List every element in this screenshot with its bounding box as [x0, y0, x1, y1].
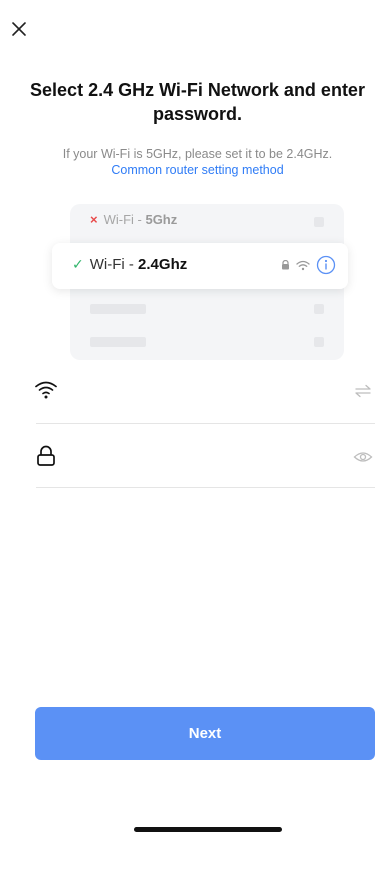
lock-icon [282, 260, 289, 270]
password-input[interactable] [72, 440, 335, 474]
bad-network-prefix: Wi-Fi - [103, 212, 146, 227]
good-network-band: 2.4Ghz [138, 256, 188, 273]
password-field-row [0, 426, 375, 488]
close-button[interactable] [8, 18, 30, 40]
close-icon [12, 22, 26, 36]
info-icon[interactable] [316, 255, 336, 275]
home-indicator [134, 827, 282, 832]
cross-icon: × [90, 212, 98, 227]
wifi-field-row [0, 360, 375, 422]
eye-icon[interactable] [353, 447, 373, 467]
placeholder-bar [90, 304, 146, 314]
divider [36, 487, 375, 488]
router-setting-link[interactable]: Common router setting method [20, 162, 375, 178]
good-network-row: ✓ Wi-Fi - 2.4Ghz [72, 256, 187, 273]
bad-network-band: 5Ghz [145, 212, 178, 227]
wifi-icon [35, 381, 57, 399]
wifi-name-input[interactable] [72, 374, 335, 408]
placeholder-square [314, 304, 324, 314]
switch-network-icon[interactable] [353, 381, 373, 401]
bad-network-row: × Wi-Fi - 5Ghz [90, 212, 177, 227]
placeholder-square [314, 337, 324, 347]
check-icon: ✓ [72, 256, 84, 272]
good-network-prefix: Wi-Fi - [89, 256, 139, 273]
lock-icon [37, 445, 55, 466]
good-network-card: ✓ Wi-Fi - 2.4Ghz [52, 243, 348, 289]
next-button[interactable]: Next [35, 707, 375, 760]
placeholder-bar [90, 337, 146, 347]
band-hint: If your Wi-Fi is 5GHz, please set it to … [62, 147, 333, 161]
placeholder-square [314, 217, 324, 227]
page-title: Select 2.4 GHz Wi-Fi Network and enter p… [30, 80, 365, 124]
good-network-icons [281, 255, 336, 275]
divider [36, 423, 375, 424]
wifi-icon [296, 260, 310, 270]
